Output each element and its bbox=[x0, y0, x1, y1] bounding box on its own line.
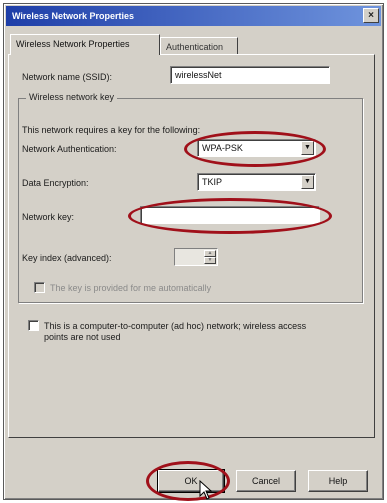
auth-select[interactable]: WPA-PSK ▼ bbox=[197, 139, 316, 157]
window-title: Wireless Network Properties bbox=[12, 11, 134, 21]
key-index-label: Key index (advanced): bbox=[22, 253, 112, 263]
encryption-select[interactable]: TKIP ▼ bbox=[197, 173, 316, 191]
encryption-value: TKIP bbox=[202, 177, 223, 187]
key-index-spinner[interactable]: ▲ ▼ bbox=[174, 248, 218, 266]
spin-down-icon[interactable]: ▼ bbox=[204, 257, 216, 264]
mouse-cursor-icon bbox=[199, 480, 213, 500]
key-required-note: This network requires a key for the foll… bbox=[22, 125, 201, 135]
encryption-label: Data Encryption: bbox=[22, 178, 89, 188]
chevron-down-icon[interactable]: ▼ bbox=[301, 175, 314, 189]
ssid-label: Network name (SSID): bbox=[22, 72, 113, 82]
tab-wireless-network-properties[interactable]: Wireless Network Properties bbox=[10, 34, 160, 55]
adhoc-checkbox[interactable] bbox=[28, 320, 39, 331]
help-button[interactable]: Help bbox=[308, 470, 368, 492]
auth-value: WPA-PSK bbox=[202, 143, 243, 153]
auth-label: Network Authentication: bbox=[22, 144, 117, 154]
auto-key-checkbox[interactable] bbox=[34, 282, 45, 293]
ssid-field[interactable]: wirelessNet bbox=[170, 66, 330, 84]
close-icon[interactable]: × bbox=[363, 8, 379, 23]
adhoc-label-line1: This is a computer-to-computer (ad hoc) … bbox=[44, 321, 307, 331]
network-key-label: Network key: bbox=[22, 212, 75, 222]
auto-key-label: The key is provided for me automatically bbox=[50, 283, 212, 293]
cancel-button[interactable]: Cancel bbox=[236, 470, 296, 492]
chevron-down-icon[interactable]: ▼ bbox=[301, 141, 314, 155]
adhoc-label-line2: points are not used bbox=[44, 332, 121, 342]
ok-button[interactable]: OK bbox=[157, 469, 225, 493]
tab-authentication[interactable]: Authentication bbox=[160, 37, 238, 55]
network-key-field[interactable] bbox=[140, 206, 320, 224]
group-title: Wireless network key bbox=[26, 92, 118, 102]
title-bar: Wireless Network Properties × bbox=[6, 6, 381, 26]
spin-up-icon[interactable]: ▲ bbox=[204, 250, 216, 257]
